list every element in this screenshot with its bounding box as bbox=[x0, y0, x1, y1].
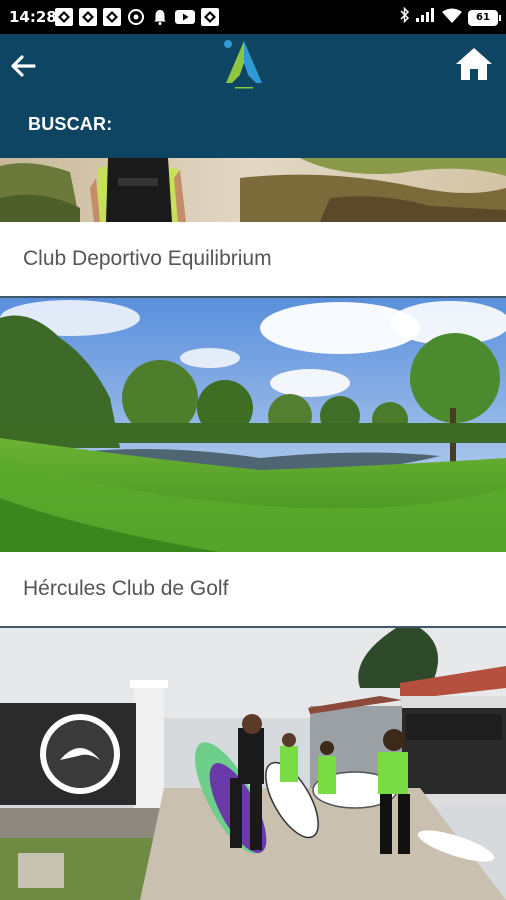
app-header: BUSCAR: bbox=[0, 34, 506, 158]
listing-title[interactable]: Club Deportivo Equilibrium bbox=[0, 222, 506, 298]
listing-image[interactable] bbox=[0, 158, 506, 222]
search-label[interactable]: BUSCAR: bbox=[28, 114, 112, 135]
home-icon bbox=[456, 48, 492, 80]
listing-title[interactable]: Hércules Club de Golf bbox=[0, 552, 506, 628]
app-notification-icon bbox=[79, 8, 97, 26]
app-notification-icon bbox=[201, 8, 219, 26]
listing-image[interactable] bbox=[0, 628, 506, 900]
battery-icon: 61 bbox=[468, 9, 501, 26]
bell-icon bbox=[151, 8, 169, 26]
system-icons: 61 bbox=[400, 6, 501, 28]
wifi-icon bbox=[442, 8, 462, 28]
arrow-left-icon bbox=[11, 55, 36, 77]
youtube-icon bbox=[175, 8, 195, 26]
signal-icon bbox=[416, 8, 436, 27]
app-logo-icon bbox=[224, 40, 262, 89]
notification-icons bbox=[55, 8, 219, 26]
home-button[interactable] bbox=[454, 44, 494, 84]
status-bar: 14:28 61 bbox=[0, 0, 506, 34]
listing-image[interactable] bbox=[0, 298, 506, 552]
app-notification-icon bbox=[55, 8, 73, 26]
app-logo bbox=[218, 37, 270, 91]
chrome-icon bbox=[127, 8, 145, 26]
status-time: 14:28 bbox=[9, 8, 57, 26]
app-notification-icon bbox=[103, 8, 121, 26]
listing-list: Club Deportivo Equilibrium Hércules Club… bbox=[0, 158, 506, 900]
back-button[interactable] bbox=[8, 50, 40, 82]
bluetooth-icon bbox=[400, 6, 410, 28]
